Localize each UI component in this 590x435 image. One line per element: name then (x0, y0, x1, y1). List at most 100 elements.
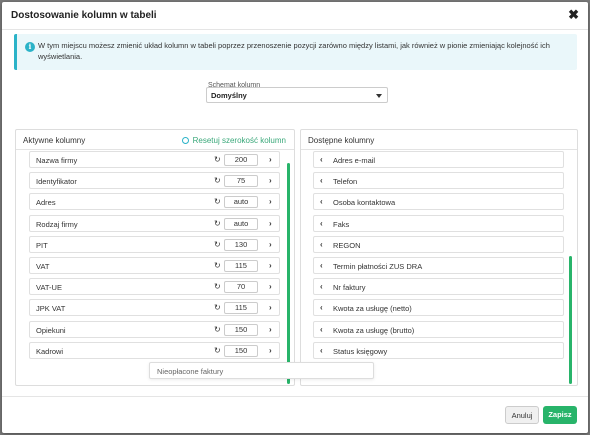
available-scrollbar[interactable] (569, 256, 572, 384)
column-width-input[interactable]: 115 (224, 260, 258, 272)
active-column-item[interactable]: Nazwa firmy ↻ 200 › (29, 151, 280, 168)
chevron-left-icon[interactable]: ‹ (320, 176, 323, 185)
active-scrollbar[interactable] (287, 163, 290, 384)
available-column-item[interactable]: ‹ Adres e-mail (313, 151, 564, 168)
column-width-input[interactable]: 150 (224, 344, 258, 357)
column-label: Kadrowi (36, 346, 64, 356)
column-label: Identyfikator (36, 177, 77, 187)
column-label: JPK VAT (36, 304, 66, 314)
column-width-input[interactable]: 70 (224, 281, 258, 294)
reset-width-link[interactable]: Resetuj szerokość kolumn (181, 136, 286, 145)
available-column-item[interactable]: ‹ Telefon (313, 172, 564, 190)
modal-title: Dostosowanie kolumn w tabeli (11, 10, 157, 21)
column-label: Adres e-mail (333, 156, 376, 165)
refresh-icon[interactable]: ↻ (214, 325, 221, 334)
available-column-item[interactable]: ‹ Faks (313, 214, 564, 232)
column-label: Faks (333, 219, 350, 229)
active-column-item[interactable]: PIT ↻ 130 › (29, 235, 280, 253)
active-column-item[interactable]: Identyfikator ↻ 75 › (29, 172, 280, 190)
chevron-left-icon[interactable]: ‹ (320, 346, 323, 355)
column-label: Adres (36, 198, 56, 208)
chevron-right-icon[interactable]: › (269, 346, 272, 355)
chevron-left-icon[interactable]: ‹ (320, 240, 323, 249)
available-column-item[interactable]: ‹ REGON (313, 235, 564, 253)
save-button[interactable]: Zapisz (543, 406, 577, 424)
available-column-item[interactable]: ‹ Termin płatności ZUS DRA (313, 257, 564, 274)
reset-width-label: Resetuj szerokość kolumn (192, 136, 286, 145)
available-columns-title: Dostępne kolumny (308, 136, 375, 145)
active-column-item[interactable]: Adres ↻ auto › (29, 193, 280, 211)
column-width-input[interactable]: 130 (224, 238, 258, 251)
active-columns-header: Aktywne kolumny Resetuj szerokość kolumn (16, 130, 294, 150)
chevron-right-icon[interactable]: › (269, 282, 272, 291)
column-label: Nr faktury (333, 283, 366, 293)
chevron-left-icon[interactable]: ‹ (320, 325, 323, 334)
refresh-icon[interactable]: ↻ (214, 240, 221, 249)
column-label: Termin płatności ZUS DRA (333, 262, 423, 271)
active-columns-title: Aktywne kolumny (23, 136, 86, 145)
refresh-icon[interactable]: ↻ (214, 282, 221, 291)
active-column-item[interactable]: VAT ↻ 115 › (29, 257, 280, 274)
available-column-item[interactable]: ‹ Status księgowy (313, 341, 564, 359)
chevron-right-icon[interactable]: › (269, 155, 272, 164)
available-column-item[interactable]: ‹ Kwota za usługę (brutto) (313, 320, 564, 338)
available-column-item[interactable]: ‹ Nr faktury (313, 278, 564, 296)
column-label: Kwota za usługę (netto) (333, 304, 412, 314)
column-label: Status księgowy (333, 346, 388, 356)
column-width-input[interactable]: 150 (224, 323, 258, 336)
column-customization-modal: Dostosowanie kolumn w tabeli ✖ i W tym m… (2, 2, 588, 433)
chevron-left-icon[interactable]: ‹ (320, 155, 323, 164)
active-column-item[interactable]: Opiekuni ↻ 150 › (29, 320, 280, 338)
column-width-input[interactable]: 75 (224, 175, 258, 188)
chevron-right-icon[interactable]: › (269, 303, 272, 312)
refresh-icon[interactable]: ↻ (214, 346, 221, 355)
active-column-item[interactable]: Rodzaj firmy ↻ auto › (29, 214, 280, 232)
chevron-left-icon[interactable]: ‹ (320, 303, 323, 312)
caret-down-icon (376, 94, 382, 98)
dragged-column-item[interactable]: Nieopłacone faktury (149, 362, 374, 379)
refresh-icon[interactable]: ↻ (214, 155, 221, 164)
dragged-column-label: Nieopłacone faktury (157, 367, 224, 376)
refresh-icon[interactable]: ↻ (214, 219, 221, 228)
refresh-icon[interactable]: ↻ (214, 261, 221, 270)
chevron-right-icon[interactable]: › (269, 219, 272, 228)
active-column-item[interactable]: Kadrowi ↻ 150 › (29, 341, 280, 359)
available-column-item[interactable]: ‹ Osoba kontaktowa (313, 193, 564, 211)
column-label: REGON (333, 240, 361, 250)
chevron-left-icon[interactable]: ‹ (320, 261, 323, 270)
schema-select[interactable]: Domyślny (206, 87, 388, 103)
chevron-left-icon[interactable]: ‹ (320, 282, 323, 291)
column-width-input[interactable]: 200 (224, 154, 258, 166)
chevron-right-icon[interactable]: › (269, 261, 272, 270)
schema-selected-value: Domyślny (211, 91, 247, 100)
chevron-right-icon[interactable]: › (269, 197, 272, 206)
chevron-left-icon[interactable]: ‹ (320, 219, 323, 228)
refresh-icon[interactable]: ↻ (214, 197, 221, 206)
info-icon: i (25, 42, 35, 52)
modal-header: Dostosowanie kolumn w tabeli ✖ (2, 2, 588, 30)
column-width-input[interactable]: auto (224, 217, 258, 230)
column-label: Osoba kontaktowa (333, 198, 396, 208)
cancel-button[interactable]: Anuluj (505, 406, 539, 424)
active-column-item[interactable]: JPK VAT ↻ 115 › (29, 299, 280, 317)
column-label: VAT-UE (36, 283, 62, 293)
column-label: PIT (36, 240, 48, 250)
column-width-input[interactable]: auto (224, 196, 258, 209)
column-label: Nazwa firmy (36, 156, 78, 165)
column-label: Telefon (333, 177, 358, 187)
refresh-icon[interactable]: ↻ (214, 303, 221, 312)
active-column-item[interactable]: VAT-UE ↻ 70 › (29, 278, 280, 296)
available-columns-header: Dostępne kolumny (301, 130, 577, 150)
chevron-right-icon[interactable]: › (269, 325, 272, 334)
column-width-input[interactable]: 115 (224, 302, 258, 315)
reset-icon (181, 137, 189, 144)
chevron-left-icon[interactable]: ‹ (320, 197, 323, 206)
available-column-item[interactable]: ‹ Kwota za usługę (netto) (313, 299, 564, 317)
available-columns-panel: Dostępne kolumny ‹ Adres e-mail ‹ Telefon ‹ O… (300, 129, 578, 386)
chevron-right-icon[interactable]: › (269, 240, 272, 249)
refresh-icon[interactable]: ↻ (214, 176, 221, 185)
chevron-right-icon[interactable]: › (269, 176, 272, 185)
close-icon[interactable]: ✖ (568, 8, 579, 21)
column-label: Rodzaj firmy (36, 219, 78, 229)
modal-footer: Anuluj Zapisz (2, 396, 588, 433)
